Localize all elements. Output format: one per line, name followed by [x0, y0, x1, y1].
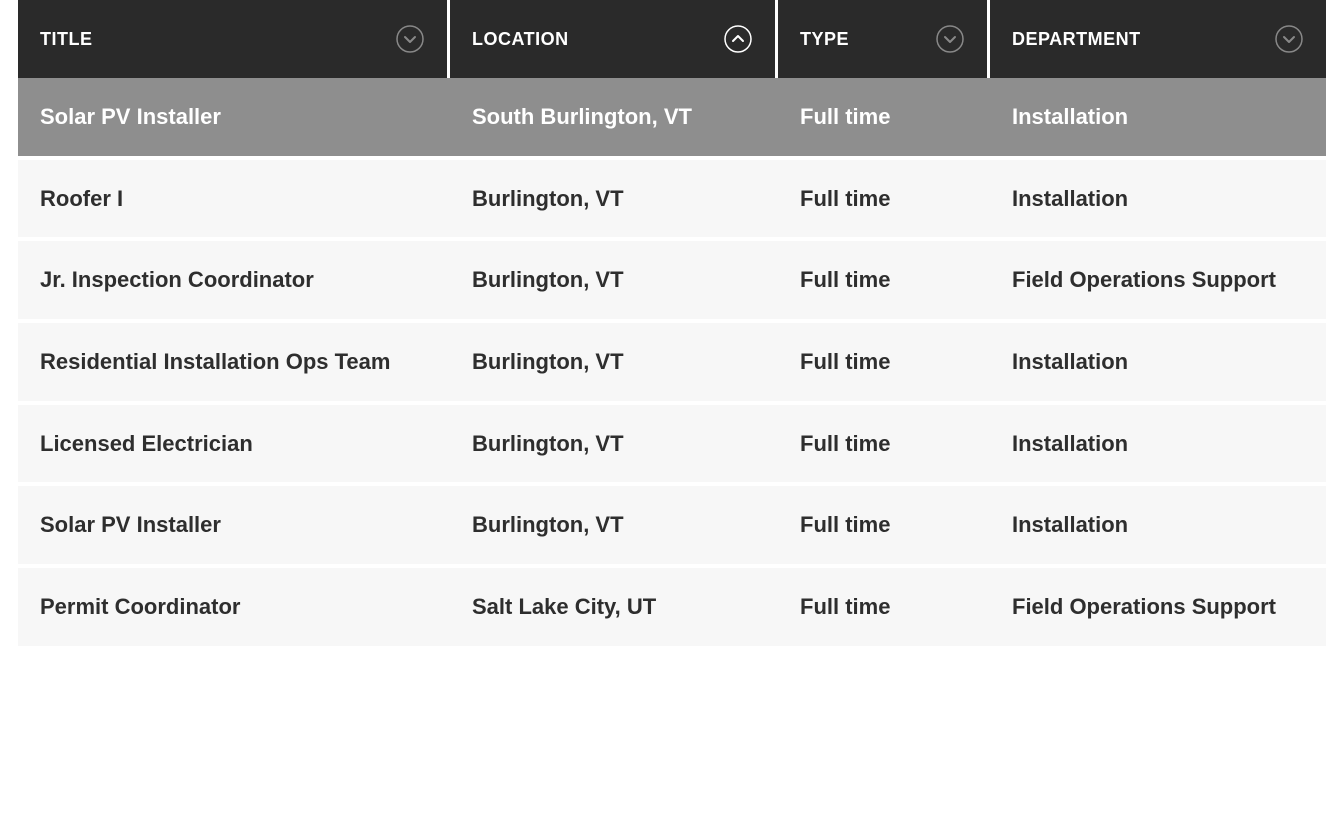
cell-type: Full time [778, 241, 990, 319]
table-row[interactable]: Permit CoordinatorSalt Lake City, UTFull… [18, 568, 1326, 650]
cell-location: Burlington, VT [450, 241, 778, 319]
table-row[interactable]: Solar PV InstallerSouth Burlington, VTFu… [18, 78, 1326, 160]
cell-type: Full time [778, 323, 990, 401]
chevron-down-icon [1274, 24, 1304, 54]
cell-type: Full time [778, 78, 990, 156]
table-body: Solar PV InstallerSouth Burlington, VTFu… [18, 78, 1326, 650]
cell-department: Field Operations Support [990, 241, 1326, 319]
cell-title: Jr. Inspection Coordinator [18, 241, 450, 319]
cell-location: Burlington, VT [450, 160, 778, 238]
column-header-type-label: TYPE [800, 29, 849, 50]
cell-title: Permit Coordinator [18, 568, 450, 646]
column-header-location-label: LOCATION [472, 29, 569, 50]
cell-type: Full time [778, 568, 990, 646]
column-header-title-label: TITLE [40, 29, 93, 50]
cell-location: Burlington, VT [450, 405, 778, 483]
cell-title: Residential Installation Ops Team [18, 323, 450, 401]
cell-title: Solar PV Installer [18, 78, 450, 156]
cell-department: Installation [990, 78, 1326, 156]
cell-department: Installation [990, 160, 1326, 238]
cell-department: Installation [990, 486, 1326, 564]
chevron-up-icon [723, 24, 753, 54]
table-row[interactable]: Roofer IBurlington, VTFull timeInstallat… [18, 160, 1326, 242]
cell-title: Licensed Electrician [18, 405, 450, 483]
table-row[interactable]: Solar PV InstallerBurlington, VTFull tim… [18, 486, 1326, 568]
cell-department: Field Operations Support [990, 568, 1326, 646]
cell-type: Full time [778, 160, 990, 238]
column-header-department-label: DEPARTMENT [1012, 29, 1141, 50]
cell-title: Solar PV Installer [18, 486, 450, 564]
table-row[interactable]: Jr. Inspection CoordinatorBurlington, VT… [18, 241, 1326, 323]
cell-department: Installation [990, 405, 1326, 483]
job-listings-table: TITLE LOCATION TYPE DEPARTMENT [18, 0, 1326, 650]
cell-location: South Burlington, VT [450, 78, 778, 156]
cell-department: Installation [990, 323, 1326, 401]
column-header-title[interactable]: TITLE [18, 0, 450, 78]
chevron-down-icon [395, 24, 425, 54]
column-header-department[interactable]: DEPARTMENT [990, 0, 1326, 78]
table-row[interactable]: Residential Installation Ops TeamBurling… [18, 323, 1326, 405]
column-header-type[interactable]: TYPE [778, 0, 990, 78]
cell-location: Burlington, VT [450, 323, 778, 401]
cell-location: Burlington, VT [450, 486, 778, 564]
table-header-row: TITLE LOCATION TYPE DEPARTMENT [18, 0, 1326, 78]
chevron-down-icon [935, 24, 965, 54]
cell-type: Full time [778, 405, 990, 483]
cell-type: Full time [778, 486, 990, 564]
table-row[interactable]: Licensed ElectricianBurlington, VTFull t… [18, 405, 1326, 487]
column-header-location[interactable]: LOCATION [450, 0, 778, 78]
cell-location: Salt Lake City, UT [450, 568, 778, 646]
cell-title: Roofer I [18, 160, 450, 238]
